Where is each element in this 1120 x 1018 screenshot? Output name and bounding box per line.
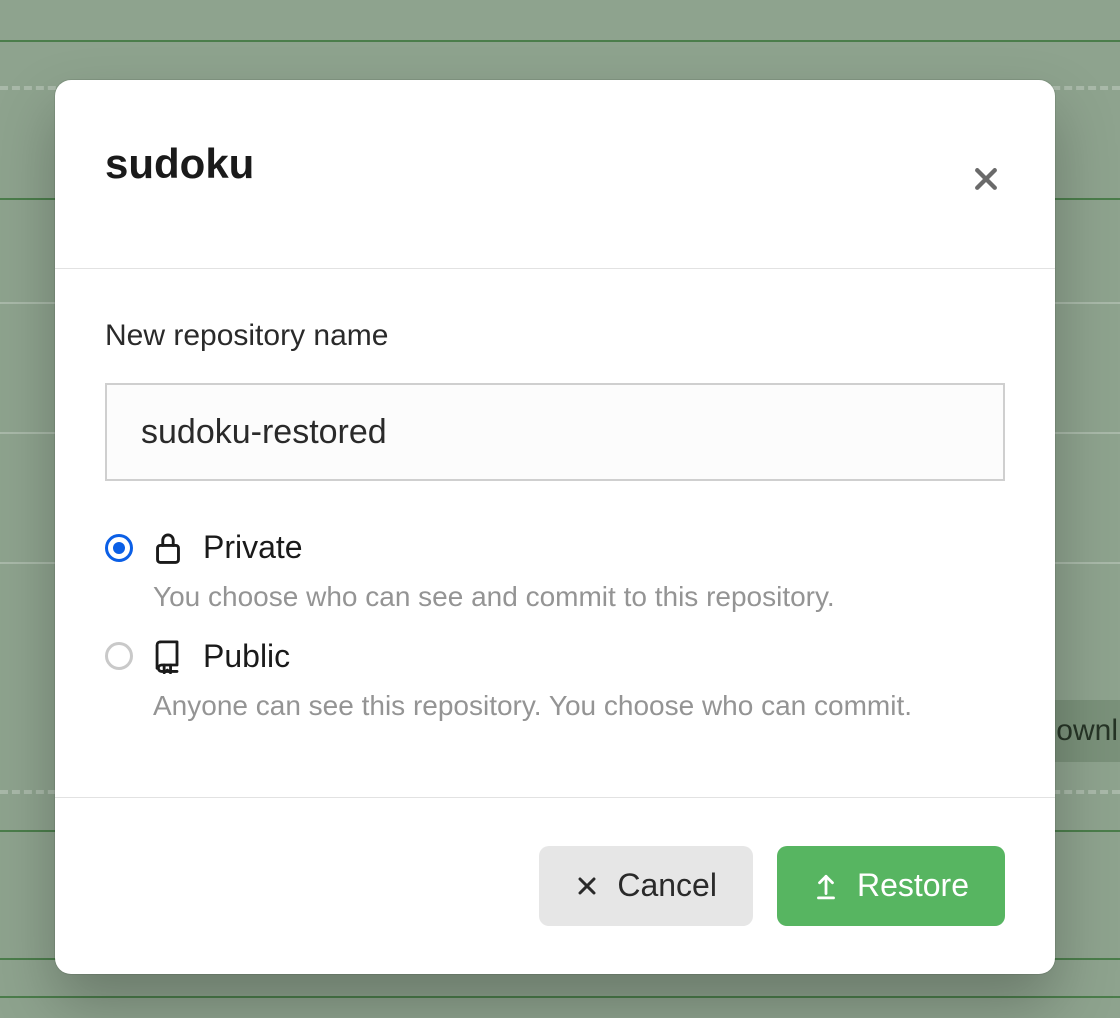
radio-public[interactable] <box>105 642 133 670</box>
x-icon <box>575 874 599 898</box>
lock-icon <box>151 531 185 565</box>
repository-name-input[interactable] <box>105 383 1005 481</box>
visibility-radio-group: Private You choose who can see and commi… <box>105 529 1005 725</box>
upload-icon <box>813 872 839 900</box>
public-description: Anyone can see this repository. You choo… <box>153 687 1005 725</box>
cancel-button-label: Cancel <box>617 867 717 904</box>
private-label: Private <box>203 529 303 566</box>
close-button[interactable] <box>962 155 1010 203</box>
visibility-option-public[interactable]: Public <box>105 638 1005 675</box>
close-icon <box>971 164 1001 194</box>
restore-button[interactable]: Restore <box>777 846 1005 926</box>
name-field-label: New repository name <box>105 319 1005 353</box>
repo-icon <box>151 639 185 673</box>
visibility-option-private[interactable]: Private <box>105 529 1005 566</box>
modal-title: sudoku <box>105 140 1005 188</box>
restore-repository-modal: sudoku New repository name Private <box>55 80 1055 974</box>
modal-header: sudoku <box>55 80 1055 269</box>
cancel-button[interactable]: Cancel <box>539 846 753 926</box>
radio-private[interactable] <box>105 534 133 562</box>
public-label: Public <box>203 638 290 675</box>
restore-button-label: Restore <box>857 867 969 904</box>
modal-body: New repository name Private You choose w… <box>55 269 1055 798</box>
private-description: You choose who can see and commit to thi… <box>153 578 1005 616</box>
modal-footer: Cancel Restore <box>55 798 1055 974</box>
